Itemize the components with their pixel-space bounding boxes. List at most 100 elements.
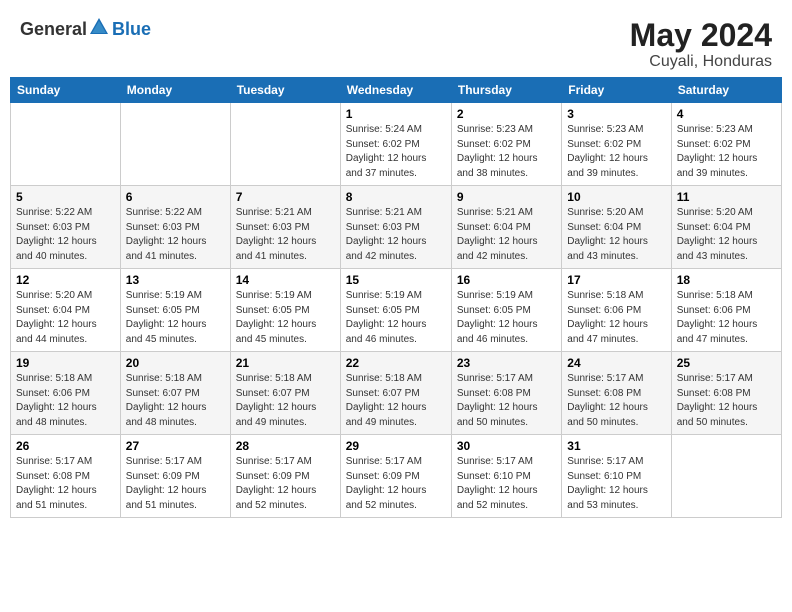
day-number: 8 (346, 190, 446, 204)
logo-general: General (20, 19, 87, 40)
day-number: 23 (457, 356, 556, 370)
day-cell: 6 Sunrise: 5:22 AMSunset: 6:03 PMDaylight… (120, 186, 230, 269)
week-row-2: 5 Sunrise: 5:22 AMSunset: 6:03 PMDaylight… (11, 186, 782, 269)
day-cell: 2 Sunrise: 5:23 AMSunset: 6:02 PMDaylight… (451, 103, 561, 186)
day-number: 26 (16, 439, 115, 453)
day-cell: 12 Sunrise: 5:20 AMSunset: 6:04 PMDayligh… (11, 269, 121, 352)
day-info: Sunrise: 5:20 AMSunset: 6:04 PMDaylight:… (567, 206, 665, 264)
day-number: 6 (126, 190, 225, 204)
day-info: Sunrise: 5:17 AMSunset: 6:09 PMDaylight:… (346, 455, 446, 513)
day-cell: 11Sunrise: 5:20 AMSunset: 6:04 PMDayligh… (671, 186, 781, 269)
day-cell: 7 Sunrise: 5:21 AMSunset: 6:03 PMDaylight… (230, 186, 340, 269)
day-info: Sunrise: 5:18 AMSunset: 6:07 PMDaylight:… (126, 372, 225, 430)
day-cell: 26 Sunrise: 5:17 AMSunset: 6:08 PMDayligh… (11, 435, 121, 518)
day-cell: 10 Sunrise: 5:20 AMSunset: 6:04 PMDayligh… (562, 186, 671, 269)
day-number: 10 (567, 190, 665, 204)
day-number: 17 (567, 273, 665, 287)
week-row-3: 12 Sunrise: 5:20 AMSunset: 6:04 PMDayligh… (11, 269, 782, 352)
week-row-4: 19 Sunrise: 5:18 AMSunset: 6:06 PMDayligh… (11, 352, 782, 435)
day-info: Sunrise: 5:20 AMSunset: 6:04 PMDaylight:… (677, 206, 776, 264)
day-cell: 4Sunrise: 5:23 AMSunset: 6:02 PMDaylight… (671, 103, 781, 186)
calendar-table: SundayMondayTuesdayWednesdayThursdayFrid… (10, 77, 782, 518)
day-cell: 16 Sunrise: 5:19 AMSunset: 6:05 PMDayligh… (451, 269, 561, 352)
day-cell: 3Sunrise: 5:23 AMSunset: 6:02 PMDaylight… (562, 103, 671, 186)
day-cell: 30 Sunrise: 5:17 AMSunset: 6:10 PMDayligh… (451, 435, 561, 518)
day-info: Sunrise: 5:18 AMSunset: 6:06 PMDaylight:… (677, 289, 776, 347)
day-info: Sunrise: 5:21 AMSunset: 6:04 PMDaylight:… (457, 206, 556, 264)
logo-icon (88, 16, 110, 38)
day-info: Sunrise: 5:17 AMSunset: 6:08 PMDaylight:… (16, 455, 115, 513)
day-info: Sunrise: 5:18 AMSunset: 6:06 PMDaylight:… (16, 372, 115, 430)
location-subtitle: Cuyali, Honduras (630, 53, 772, 71)
week-row-1: 1Sunrise: 5:24 AMSunset: 6:02 PMDaylight… (11, 103, 782, 186)
day-number: 2 (457, 107, 556, 121)
day-info: Sunrise: 5:19 AMSunset: 6:05 PMDaylight:… (236, 289, 335, 347)
day-cell: 15Sunrise: 5:19 AMSunset: 6:05 PMDayligh… (340, 269, 451, 352)
day-cell (671, 435, 781, 518)
day-info: Sunrise: 5:18 AMSunset: 6:07 PMDaylight:… (236, 372, 335, 430)
day-info: Sunrise: 5:17 AMSunset: 6:08 PMDaylight:… (457, 372, 556, 430)
day-cell: 17 Sunrise: 5:18 AMSunset: 6:06 PMDayligh… (562, 269, 671, 352)
day-cell: 28 Sunrise: 5:17 AMSunset: 6:09 PMDayligh… (230, 435, 340, 518)
day-cell (230, 103, 340, 186)
header-tuesday: Tuesday (230, 78, 340, 103)
day-number: 16 (457, 273, 556, 287)
day-info: Sunrise: 5:19 AMSunset: 6:05 PMDaylight:… (457, 289, 556, 347)
header-sunday: Sunday (11, 78, 121, 103)
day-number: 20 (126, 356, 225, 370)
header-friday: Friday (562, 78, 671, 103)
day-number: 14 (236, 273, 335, 287)
day-info: Sunrise: 5:17 AMSunset: 6:09 PMDaylight:… (236, 455, 335, 513)
day-number: 18 (677, 273, 776, 287)
day-number: 13 (126, 273, 225, 287)
day-cell: 19 Sunrise: 5:18 AMSunset: 6:06 PMDayligh… (11, 352, 121, 435)
day-number: 22 (346, 356, 446, 370)
day-cell: 25 Sunrise: 5:17 AMSunset: 6:08 PMDayligh… (671, 352, 781, 435)
week-row-5: 26 Sunrise: 5:17 AMSunset: 6:08 PMDayligh… (11, 435, 782, 518)
day-info: Sunrise: 5:19 AMSunset: 6:05 PMDaylight:… (346, 289, 446, 347)
day-info: Sunrise: 5:18 AMSunset: 6:06 PMDaylight:… (567, 289, 665, 347)
day-number: 7 (236, 190, 335, 204)
day-number: 31 (567, 439, 665, 453)
day-info: Sunrise: 5:20 AMSunset: 6:04 PMDaylight:… (16, 289, 115, 347)
day-cell: 1Sunrise: 5:24 AMSunset: 6:02 PMDaylight… (340, 103, 451, 186)
day-number: 1 (346, 107, 446, 121)
title-area: May 2024 Cuyali, Honduras (630, 18, 772, 71)
logo: General Blue (20, 18, 151, 40)
day-number: 19 (16, 356, 115, 370)
day-number: 5 (16, 190, 115, 204)
day-info: Sunrise: 5:17 AMSunset: 6:10 PMDaylight:… (567, 455, 665, 513)
day-cell: 23 Sunrise: 5:17 AMSunset: 6:08 PMDayligh… (451, 352, 561, 435)
day-info: Sunrise: 5:19 AMSunset: 6:05 PMDaylight:… (126, 289, 225, 347)
day-cell: 20 Sunrise: 5:18 AMSunset: 6:07 PMDayligh… (120, 352, 230, 435)
day-info: Sunrise: 5:21 AMSunset: 6:03 PMDaylight:… (236, 206, 335, 264)
day-number: 27 (126, 439, 225, 453)
header-saturday: Saturday (671, 78, 781, 103)
day-cell: 21 Sunrise: 5:18 AMSunset: 6:07 PMDayligh… (230, 352, 340, 435)
day-cell: 27Sunrise: 5:17 AMSunset: 6:09 PMDayligh… (120, 435, 230, 518)
day-info: Sunrise: 5:22 AMSunset: 6:03 PMDaylight:… (126, 206, 225, 264)
header-wednesday: Wednesday (340, 78, 451, 103)
day-cell: 22 Sunrise: 5:18 AMSunset: 6:07 PMDayligh… (340, 352, 451, 435)
day-info: Sunrise: 5:17 AMSunset: 6:08 PMDaylight:… (567, 372, 665, 430)
day-number: 28 (236, 439, 335, 453)
day-info: Sunrise: 5:17 AMSunset: 6:08 PMDaylight:… (677, 372, 776, 430)
day-cell (11, 103, 121, 186)
day-number: 30 (457, 439, 556, 453)
day-cell: 5Sunrise: 5:22 AMSunset: 6:03 PMDaylight… (11, 186, 121, 269)
day-cell: 13 Sunrise: 5:19 AMSunset: 6:05 PMDayligh… (120, 269, 230, 352)
month-title: May 2024 (630, 18, 772, 53)
day-number: 24 (567, 356, 665, 370)
day-number: 4 (677, 107, 776, 121)
day-info: Sunrise: 5:17 AMSunset: 6:10 PMDaylight:… (457, 455, 556, 513)
day-number: 25 (677, 356, 776, 370)
day-cell: 24 Sunrise: 5:17 AMSunset: 6:08 PMDayligh… (562, 352, 671, 435)
day-number: 21 (236, 356, 335, 370)
header-monday: Monday (120, 78, 230, 103)
page-header: General Blue May 2024 Cuyali, Honduras (10, 10, 782, 77)
day-info: Sunrise: 5:23 AMSunset: 6:02 PMDaylight:… (457, 123, 556, 181)
day-number: 12 (16, 273, 115, 287)
day-info: Sunrise: 5:18 AMSunset: 6:07 PMDaylight:… (346, 372, 446, 430)
header-thursday: Thursday (451, 78, 561, 103)
day-number: 29 (346, 439, 446, 453)
